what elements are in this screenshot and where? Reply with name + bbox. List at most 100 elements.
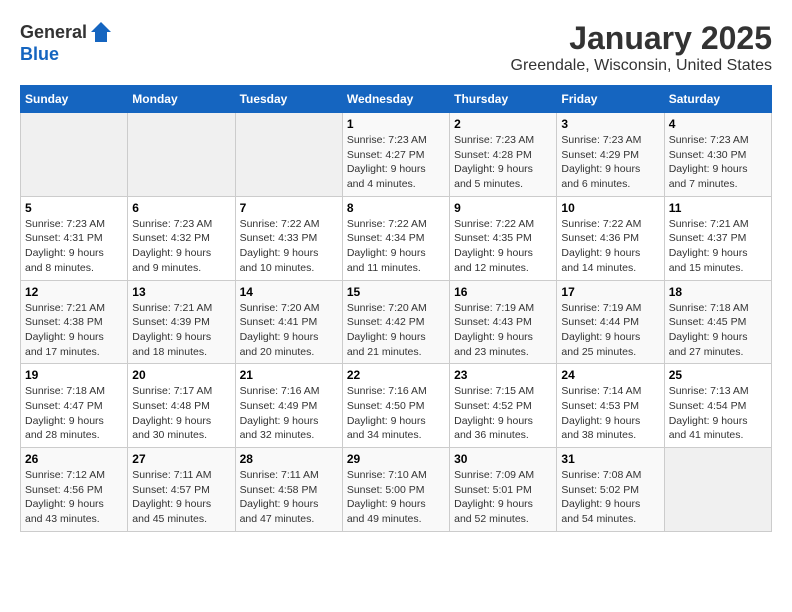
day-info: Sunrise: 7:19 AM Sunset: 4:43 PM Dayligh… xyxy=(454,301,552,360)
page-subtitle: Greendale, Wisconsin, United States xyxy=(511,57,772,75)
calendar-cell: 21Sunrise: 7:16 AM Sunset: 4:49 PM Dayli… xyxy=(235,364,342,448)
day-number: 8 xyxy=(347,201,445,215)
calendar-cell xyxy=(21,113,128,197)
day-number: 4 xyxy=(669,117,767,131)
day-number: 3 xyxy=(561,117,659,131)
day-info: Sunrise: 7:21 AM Sunset: 4:37 PM Dayligh… xyxy=(669,217,767,276)
day-number: 22 xyxy=(347,368,445,382)
day-number: 28 xyxy=(240,452,338,466)
calendar-week-3: 12 Sunrise: 7:21 AM Sunset: 4:38 PM Dayli… xyxy=(21,280,772,364)
day-number: 18 xyxy=(669,285,767,299)
day-info: Sunrise: 7:21 AM Sunset: 4:39 PM Dayligh… xyxy=(132,301,230,360)
day-info: Sunrise: 7:22 AM Sunset: 4:34 PM Dayligh… xyxy=(347,217,445,276)
day-number: 6 xyxy=(132,201,230,215)
day-number: 20 xyxy=(132,368,230,382)
day-number: 19 xyxy=(25,368,123,382)
day-number: 5 xyxy=(25,201,123,215)
logo-blue: Blue xyxy=(20,44,59,65)
calendar-cell: 26 Sunrise: 7:12 AM Sunset: 4:56 PM Dayli… xyxy=(21,448,128,532)
day-number: 10 xyxy=(561,201,659,215)
calendar-cell: 28 Sunrise: 7:11 AM Sunset: 4:58 PM Dayli… xyxy=(235,448,342,532)
calendar-cell: 22 Sunrise: 7:16 AM Sunset: 4:50 PM Dayli… xyxy=(342,364,449,448)
calendar-cell: 14 Sunrise: 7:20 AM Sunset: 4:41 PM Dayli… xyxy=(235,280,342,364)
day-number: 27 xyxy=(132,452,230,466)
header-day-wednesday: Wednesday xyxy=(342,86,449,113)
calendar-cell: 18 Sunrise: 7:18 AM Sunset: 4:45 PM Dayli… xyxy=(664,280,771,364)
day-info: Sunrise: 7:17 AM Sunset: 4:48 PM Dayligh… xyxy=(132,384,230,443)
calendar-week-5: 26 Sunrise: 7:12 AM Sunset: 4:56 PM Dayli… xyxy=(21,448,772,532)
day-info: Sunrise: 7:23 AM Sunset: 4:27 PM Dayligh… xyxy=(347,133,445,192)
day-info: Sunrise: 7:19 AM Sunset: 4:44 PM Dayligh… xyxy=(561,301,659,360)
day-info: Sunrise: 7:12 AM Sunset: 4:56 PM Dayligh… xyxy=(25,468,123,527)
calendar-cell: 4 Sunrise: 7:23 AM Sunset: 4:30 PM Daylig… xyxy=(664,113,771,197)
day-info: Sunrise: 7:23 AM Sunset: 4:32 PM Dayligh… xyxy=(132,217,230,276)
day-number: 14 xyxy=(240,285,338,299)
day-info: Sunrise: 7:21 AM Sunset: 4:38 PM Dayligh… xyxy=(25,301,123,360)
calendar-cell: 6 Sunrise: 7:23 AM Sunset: 4:32 PM Daylig… xyxy=(128,196,235,280)
logo-general: General xyxy=(20,22,87,43)
day-number: 16 xyxy=(454,285,552,299)
day-info: Sunrise: 7:23 AM Sunset: 4:28 PM Dayligh… xyxy=(454,133,552,192)
calendar-cell: 5 Sunrise: 7:23 AM Sunset: 4:31 PM Daylig… xyxy=(21,196,128,280)
day-info: Sunrise: 7:10 AM Sunset: 5:00 PM Dayligh… xyxy=(347,468,445,527)
calendar-cell: 20 Sunrise: 7:17 AM Sunset: 4:48 PM Dayli… xyxy=(128,364,235,448)
page-title: January 2025 xyxy=(511,20,772,57)
day-info: Sunrise: 7:20 AM Sunset: 4:41 PM Dayligh… xyxy=(240,301,338,360)
day-info: Sunrise: 7:23 AM Sunset: 4:31 PM Dayligh… xyxy=(25,217,123,276)
calendar-cell: 7 Sunrise: 7:22 AM Sunset: 4:33 PM Daylig… xyxy=(235,196,342,280)
header-day-friday: Friday xyxy=(557,86,664,113)
day-number: 13 xyxy=(132,285,230,299)
day-number: 12 xyxy=(25,285,123,299)
day-number: 30 xyxy=(454,452,552,466)
day-number: 26 xyxy=(25,452,123,466)
calendar-cell: 8 Sunrise: 7:22 AM Sunset: 4:34 PM Daylig… xyxy=(342,196,449,280)
day-info: Sunrise: 7:22 AM Sunset: 4:35 PM Dayligh… xyxy=(454,217,552,276)
day-info: Sunrise: 7:22 AM Sunset: 4:33 PM Dayligh… xyxy=(240,217,338,276)
page-header: General Blue January 2025 Greendale, Wis… xyxy=(20,20,772,75)
day-number: 24 xyxy=(561,368,659,382)
calendar-cell: 13 Sunrise: 7:21 AM Sunset: 4:39 PM Dayli… xyxy=(128,280,235,364)
header-day-sunday: Sunday xyxy=(21,86,128,113)
day-info: Sunrise: 7:22 AM Sunset: 4:36 PM Dayligh… xyxy=(561,217,659,276)
day-number: 7 xyxy=(240,201,338,215)
calendar-cell: 11 Sunrise: 7:21 AM Sunset: 4:37 PM Dayli… xyxy=(664,196,771,280)
header-day-tuesday: Tuesday xyxy=(235,86,342,113)
day-info: Sunrise: 7:08 AM Sunset: 5:02 PM Dayligh… xyxy=(561,468,659,527)
logo-icon xyxy=(89,20,113,44)
calendar-cell: 9 Sunrise: 7:22 AM Sunset: 4:35 PM Daylig… xyxy=(450,196,557,280)
calendar-cell: 12 Sunrise: 7:21 AM Sunset: 4:38 PM Dayli… xyxy=(21,280,128,364)
calendar-cell: 10 Sunrise: 7:22 AM Sunset: 4:36 PM Dayli… xyxy=(557,196,664,280)
calendar-cell: 2 Sunrise: 7:23 AM Sunset: 4:28 PM Daylig… xyxy=(450,113,557,197)
day-info: Sunrise: 7:23 AM Sunset: 4:30 PM Dayligh… xyxy=(669,133,767,192)
calendar-cell: 16 Sunrise: 7:19 AM Sunset: 4:43 PM Dayli… xyxy=(450,280,557,364)
day-number: 9 xyxy=(454,201,552,215)
calendar-cell: 15 Sunrise: 7:20 AM Sunset: 4:42 PM Dayli… xyxy=(342,280,449,364)
calendar-cell: 3 Sunrise: 7:23 AM Sunset: 4:29 PM Daylig… xyxy=(557,113,664,197)
header-day-thursday: Thursday xyxy=(450,86,557,113)
day-number: 2 xyxy=(454,117,552,131)
day-info: Sunrise: 7:18 AM Sunset: 4:45 PM Dayligh… xyxy=(669,301,767,360)
day-number: 21 xyxy=(240,368,338,382)
day-number: 17 xyxy=(561,285,659,299)
calendar-cell xyxy=(128,113,235,197)
calendar-cell: 29Sunrise: 7:10 AM Sunset: 5:00 PM Dayli… xyxy=(342,448,449,532)
header-day-saturday: Saturday xyxy=(664,86,771,113)
calendar-cell: 17 Sunrise: 7:19 AM Sunset: 4:44 PM Dayli… xyxy=(557,280,664,364)
calendar-week-1: 1 Sunrise: 7:23 AM Sunset: 4:27 PM Daylig… xyxy=(21,113,772,197)
day-info: Sunrise: 7:23 AM Sunset: 4:29 PM Dayligh… xyxy=(561,133,659,192)
day-info: Sunrise: 7:16 AM Sunset: 4:50 PM Dayligh… xyxy=(347,384,445,443)
calendar-cell: 25Sunrise: 7:13 AM Sunset: 4:54 PM Dayli… xyxy=(664,364,771,448)
day-info: Sunrise: 7:11 AM Sunset: 4:58 PM Dayligh… xyxy=(240,468,338,527)
calendar-table: SundayMondayTuesdayWednesdayThursdayFrid… xyxy=(20,85,772,532)
day-number: 1 xyxy=(347,117,445,131)
logo: General Blue xyxy=(20,20,113,65)
day-info: Sunrise: 7:09 AM Sunset: 5:01 PM Dayligh… xyxy=(454,468,552,527)
day-number: 31 xyxy=(561,452,659,466)
day-number: 11 xyxy=(669,201,767,215)
title-block: January 2025 Greendale, Wisconsin, Unite… xyxy=(511,20,772,75)
day-info: Sunrise: 7:18 AM Sunset: 4:47 PM Dayligh… xyxy=(25,384,123,443)
day-number: 15 xyxy=(347,285,445,299)
day-number: 23 xyxy=(454,368,552,382)
day-info: Sunrise: 7:20 AM Sunset: 4:42 PM Dayligh… xyxy=(347,301,445,360)
calendar-cell: 31 Sunrise: 7:08 AM Sunset: 5:02 PM Dayli… xyxy=(557,448,664,532)
